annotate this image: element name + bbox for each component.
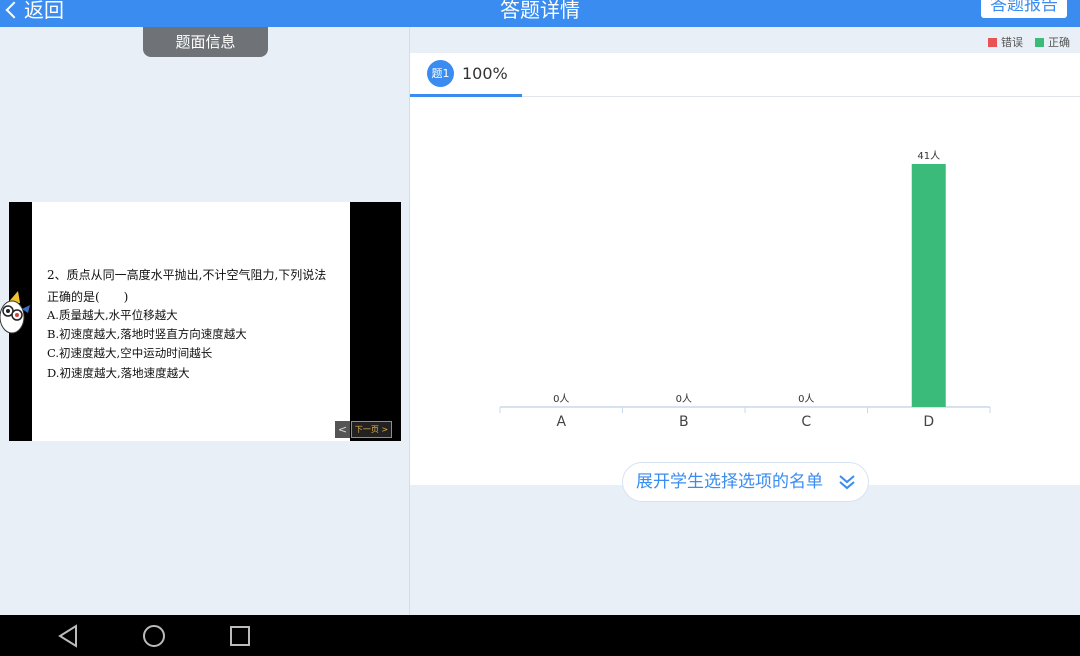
value-label-b: 0人 (676, 393, 692, 405)
option-d: D.初速度越大,落地速度越大 (47, 366, 190, 380)
category-label-a: A (556, 414, 566, 430)
option-a: A.质量越大,水平位移越大 (47, 308, 178, 322)
double-chevron-down-icon (839, 475, 855, 490)
bar-d (911, 164, 946, 407)
tab-question-1[interactable]: 题1 100% (410, 53, 522, 97)
question-number-badge: 题1 (427, 60, 454, 87)
answer-bar-chart: 0人 A 0人 B 0人 C 41人 D (499, 150, 991, 430)
top-bar: 返回 答题详情 答题报告 (0, 0, 1080, 27)
question-slide: 2、质点从同一高度水平抛出,不计空气阻力,下列说法正确的是( ) A.质量越大,… (0, 202, 401, 441)
expand-label: 展开学生选择选项的名单 (636, 472, 823, 492)
category-label-d: D (923, 414, 934, 430)
system-nav-bar (0, 615, 1080, 656)
slide-content: 2、质点从同一高度水平抛出,不计空气阻力,下列说法正确的是( ) A.质量越大,… (32, 202, 350, 441)
answer-report-button[interactable]: 答题报告 (981, 0, 1067, 18)
value-label-a: 0人 (553, 393, 569, 405)
value-label-d: 41人 (917, 150, 940, 162)
answer-stats-panel: 错误 正确 题1 100% 0人 A 0人 B 0人 C 41人 D 展开学生选择选项的名单 (410, 27, 1080, 615)
correct-rate: 100% (462, 64, 508, 83)
chart-legend: 错误 正确 (980, 34, 1070, 50)
back-triangle-icon[interactable] (56, 623, 82, 649)
recents-square-icon[interactable] (227, 623, 253, 649)
home-circle-icon[interactable] (141, 623, 167, 649)
question-tabs: 题1 100% (410, 53, 1080, 97)
slide-prev-button[interactable]: < (335, 421, 350, 438)
legend-label-correct: 正确 (1048, 36, 1070, 49)
question-info-panel: 题面信息 2、质点从同一高度水平抛出,不计空气阻力,下列说法正确的是( ) A.… (0, 27, 409, 615)
category-label-b: B (679, 414, 689, 430)
legend-label-wrong: 错误 (1001, 36, 1023, 49)
option-c: C.初速度越大,空中运动时间越长 (47, 346, 213, 360)
chart-card: 题1 100% 0人 A 0人 B 0人 C 41人 D (410, 53, 1080, 485)
legend-swatch-wrong (988, 37, 997, 47)
mascot-owl-icon (0, 291, 30, 334)
slide-next-button[interactable]: 下一页 > (351, 421, 392, 438)
question-info-tab[interactable]: 题面信息 (143, 27, 268, 57)
page-title: 答题详情 (500, 0, 580, 22)
question-stem: 2、质点从同一高度水平抛出,不计空气阻力,下列说法正确的是( ) (47, 268, 327, 304)
expand-student-list-button[interactable]: 展开学生选择选项的名单 (622, 462, 869, 502)
category-label-c: C (801, 414, 811, 430)
legend-swatch-correct (1035, 37, 1044, 47)
value-label-c: 0人 (798, 393, 814, 405)
option-b: B.初速度越大,落地时竖直方向速度越大 (47, 327, 247, 341)
